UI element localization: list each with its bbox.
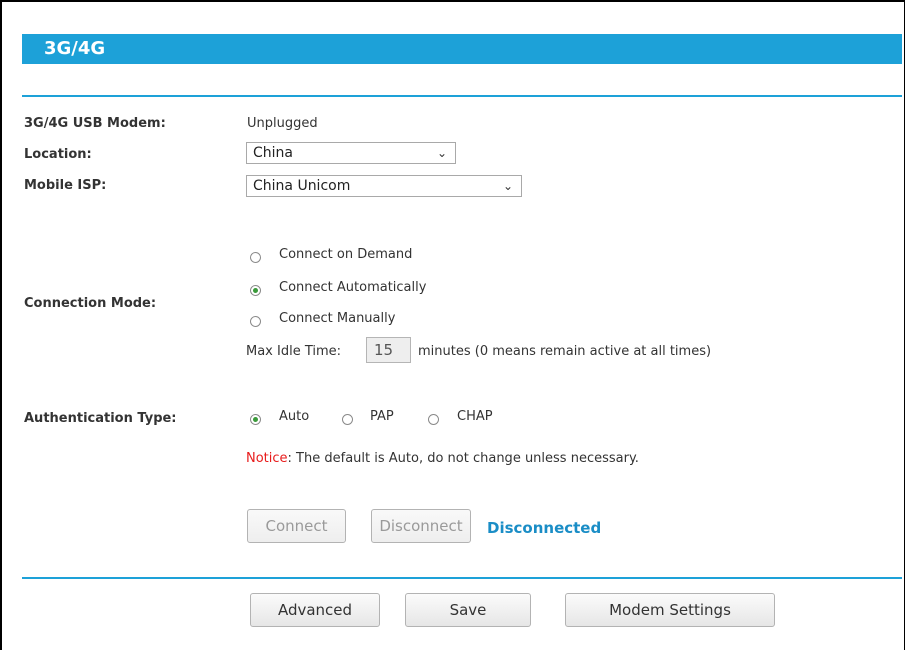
max-idle-label: Max Idle Time: [246,344,342,359]
radio-auth-pap[interactable] [342,414,353,425]
auth-notice: Notice: The default is Auto, do not chan… [246,451,639,466]
radio-connect-automatically[interactable] [250,285,261,296]
section-header: 3G/4G [22,34,902,64]
radio-connect-on-demand[interactable] [250,252,261,263]
max-idle-suffix: minutes (0 means remain active at all ti… [418,344,712,359]
modem-status-value: Unplugged [247,116,318,131]
option-connect-on-demand-label: Connect on Demand [279,247,413,262]
radio-auth-chap[interactable] [428,414,439,425]
auth-auto-label: Auto [279,409,310,424]
radio-auth-auto[interactable] [250,414,261,425]
auth-pap-label: PAP [370,409,394,424]
isp-select-value: China Unicom [253,178,351,194]
modem-label: 3G/4G USB Modem: [24,116,166,131]
chevron-down-icon: ⌄ [436,146,447,160]
notice-text: : The default is Auto, do not change unl… [287,451,639,466]
disconnect-button[interactable]: Disconnect [371,509,471,543]
connect-button[interactable]: Connect [247,509,346,543]
modem-settings-button[interactable]: Modem Settings [565,593,775,627]
radio-connect-manually[interactable] [250,316,261,327]
page-frame [0,0,905,650]
save-button[interactable]: Save [405,593,531,627]
location-label: Location: [24,147,92,162]
advanced-button[interactable]: Advanced [250,593,380,627]
location-select-value: China [253,145,293,161]
auth-chap-label: CHAP [457,409,493,424]
location-select[interactable]: China ⌄ [246,142,456,164]
connection-mode-label: Connection Mode: [24,296,157,311]
max-idle-input[interactable]: 15 [366,337,411,363]
auth-type-label: Authentication Type: [24,411,177,426]
connection-status: Disconnected [487,519,602,537]
top-divider [22,95,902,97]
option-connect-automatically-label: Connect Automatically [279,280,427,295]
isp-select[interactable]: China Unicom ⌄ [246,175,522,197]
bottom-divider [22,577,902,579]
page-title: 3G/4G [44,38,106,59]
option-connect-manually-label: Connect Manually [279,311,396,326]
notice-prefix: Notice [246,451,288,466]
isp-label: Mobile ISP: [24,178,107,193]
chevron-down-icon: ⌄ [502,179,513,193]
